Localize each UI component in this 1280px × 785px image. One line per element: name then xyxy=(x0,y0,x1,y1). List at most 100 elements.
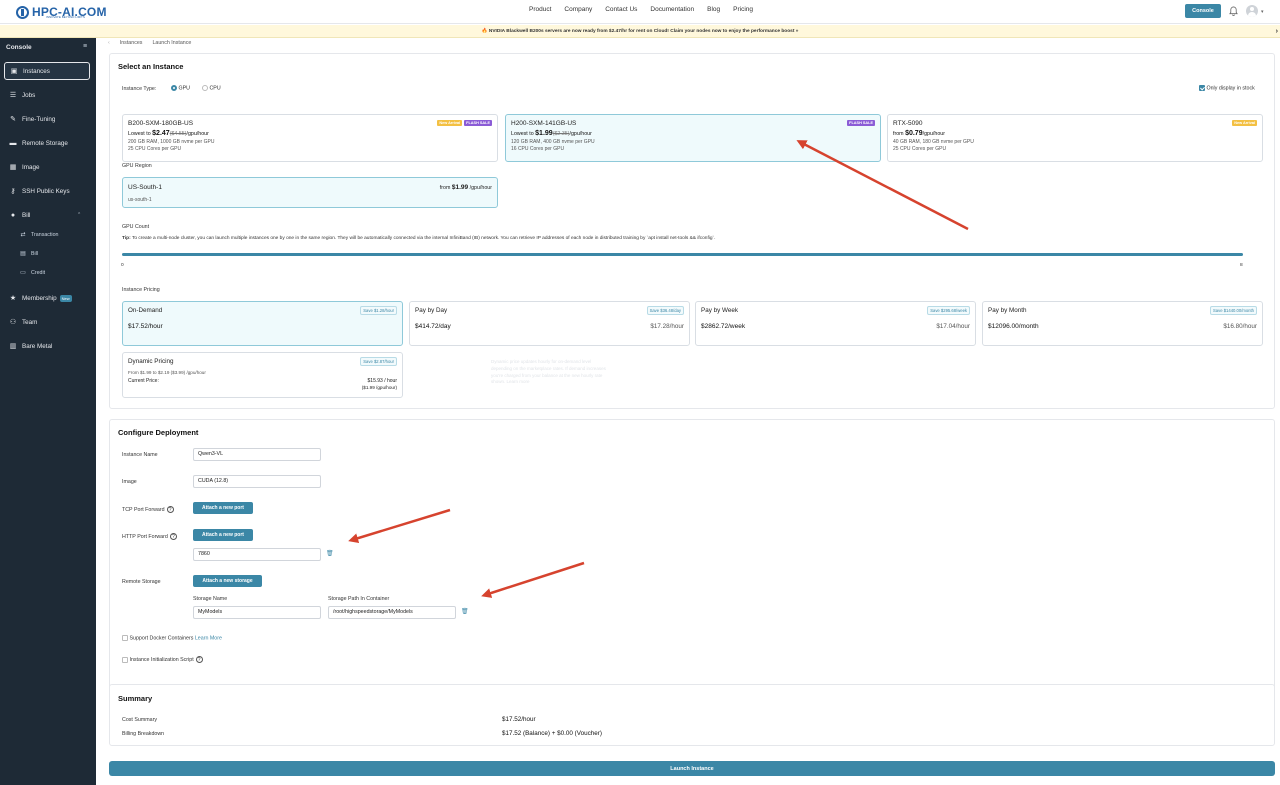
pricing-title: Pay by Day xyxy=(415,307,448,314)
sidebar-item-label: Instances xyxy=(23,67,50,75)
pricing-pay-by-day[interactable]: Pay by Day Save $36.48/day $414.72/day $… xyxy=(409,301,690,346)
sidebar-item-ssh-keys[interactable]: ⚷ SSH Public Keys xyxy=(4,182,90,200)
radio-unselected-icon[interactable] xyxy=(202,85,208,91)
sidebar-item-jobs[interactable]: ☰ Jobs xyxy=(4,86,90,104)
promo-banner[interactable]: 🔥 NVIDIA Blackwell B200s servers are now… xyxy=(0,25,1280,38)
sidebar-subitem-label: Credit xyxy=(31,269,46,276)
gpu-radio-label: GPU xyxy=(178,85,190,92)
gpu-region-label: GPU Region xyxy=(122,163,152,169)
help-icon[interactable]: ? xyxy=(166,506,174,513)
sidebar-item-label: Bill xyxy=(22,211,31,219)
chevron-up-icon[interactable]: ⌃ xyxy=(77,212,81,218)
nav-contact-us[interactable]: Contact Us xyxy=(605,6,637,13)
brand-tagline: INNOVATE BEYOND LIMITS xyxy=(46,15,85,19)
section-title: Summary xyxy=(118,694,153,703)
price-prefix: from xyxy=(893,131,906,137)
avatar[interactable] xyxy=(1246,5,1258,17)
docker-option[interactable]: Support Docker Containers Learn More xyxy=(122,635,222,641)
sidebar-item-membership[interactable]: ★ Membership New xyxy=(4,289,90,307)
region-name: US-South-1 xyxy=(128,184,162,191)
breadcrumb-parent[interactable]: Instances xyxy=(120,40,143,46)
price-unit: /gpu/hour xyxy=(186,131,209,137)
summary-section: Summary Cost Summary $17.52/hour Billing… xyxy=(109,684,1275,746)
sidebar-subitem-label: Transaction xyxy=(31,231,59,238)
pricing-on-demand[interactable]: On-Demand Save $1.28/hour $17.52/hour xyxy=(122,301,403,346)
region-card-us-south-1[interactable]: US-South-1 us-south-1 from $1.99 /gpu/ho… xyxy=(122,177,498,208)
checkbox-unchecked-icon[interactable] xyxy=(122,656,128,663)
http-port-label: HTTP Port Forward? xyxy=(122,533,177,540)
sidebar-item-instances[interactable]: ▣ Instances xyxy=(4,62,90,80)
checkbox-unchecked-icon[interactable] xyxy=(122,635,128,641)
menu-icon[interactable]: ≡ xyxy=(83,43,87,50)
instance-name: H200-SXM-141GB-US xyxy=(511,120,577,127)
tip-text: Tip: To create a multi-node cluster, you… xyxy=(122,236,1262,241)
sidebar-item-label: Membership xyxy=(22,294,57,302)
price-prefix: Lowest to xyxy=(128,131,153,137)
nav-documentation[interactable]: Documentation xyxy=(650,6,694,13)
trash-icon[interactable]: 🗑 xyxy=(326,550,334,557)
pricing-pay-by-week[interactable]: Pay by Week Save $295.68/week $2862.72/w… xyxy=(695,301,976,346)
nav-product[interactable]: Product xyxy=(529,6,551,13)
billing-breakdown-value: $17.52 (Balance) + $0.00 (Voucher) xyxy=(502,730,602,737)
help-icon[interactable]: ? xyxy=(195,656,203,663)
instance-name: RTX-5090 xyxy=(893,120,923,127)
instance-name-label: Instance Name xyxy=(122,452,158,458)
http-port-input[interactable]: 7860 xyxy=(193,548,321,561)
console-button[interactable]: Console xyxy=(1185,4,1221,18)
sidebar-item-remote-storage[interactable]: ▬ Remote Storage xyxy=(4,134,90,152)
instance-card-b200[interactable]: B200-SXM-180GB-US Lowest to $2.47($4.55)… xyxy=(122,114,498,162)
storage-name-input[interactable]: MyModels xyxy=(193,606,321,619)
checkbox-checked-icon[interactable] xyxy=(1199,85,1205,91)
help-icon[interactable]: ? xyxy=(169,533,177,540)
attach-tcp-port-button[interactable]: Attach a new port xyxy=(193,502,253,514)
gpu-radio[interactable]: GPU xyxy=(171,85,190,91)
storage-path-input[interactable]: /root/highspeedstorage/MyModels xyxy=(328,606,456,619)
sidebar-item-image[interactable]: ▦ Image xyxy=(4,158,90,176)
launch-instance-button[interactable]: Launch Instance xyxy=(109,761,1275,776)
top-navbar: HPC-AI.COM INNOVATE BEYOND LIMITS Produc… xyxy=(0,0,1280,24)
sidebar-item-fine-tuning[interactable]: ✎ Fine-Tuning xyxy=(4,110,90,128)
sidebar-subitem-transaction[interactable]: ⇄ Transaction xyxy=(19,231,59,239)
instance-type-label: Instance Type: xyxy=(122,86,157,92)
instance-card-h200[interactable]: H200-SXM-141GB-US Lowest to $1.99($2.35)… xyxy=(505,114,881,162)
image-select[interactable]: CUDA (12.8) xyxy=(193,475,321,488)
chevron-left-icon[interactable]: ‹ xyxy=(108,40,110,46)
sidebar-subitem-credit[interactable]: ▭ Credit xyxy=(19,269,46,277)
trash-icon[interactable]: 🗑 xyxy=(461,608,469,615)
instance-name-input[interactable]: Qwen3-VL xyxy=(193,448,321,461)
price-unit: /gpu/hour xyxy=(569,131,592,137)
attach-storage-button[interactable]: Attach a new storage xyxy=(193,575,262,587)
bell-icon[interactable] xyxy=(1229,6,1238,16)
new-arrival-badge: New Arrival xyxy=(1232,120,1257,126)
cpu-radio[interactable]: CPU xyxy=(202,85,221,91)
pricing-dynamic[interactable]: Dynamic Pricing Save $2.87/hour From $1.… xyxy=(122,352,403,398)
chevron-down-icon[interactable]: ▾ xyxy=(1261,9,1264,15)
instance-card-rtx5090[interactable]: RTX-5090 from $0.79/gpu/hour 40 GB RAM, … xyxy=(887,114,1263,162)
init-script-option[interactable]: Instance Initialization Script? xyxy=(122,656,203,663)
pricing-value: $2862.72/week xyxy=(701,323,746,330)
spec-line: 200 GB RAM, 1000 GB nvme per GPU xyxy=(128,139,215,145)
save-badge: Save $1440.00/month xyxy=(1210,306,1257,315)
chevron-right-icon[interactable]: › xyxy=(1276,25,1278,38)
gpu-count-slider[interactable] xyxy=(122,253,1243,256)
pricing-pay-by-month[interactable]: Pay by Month Save $1440.00/month $12096.… xyxy=(982,301,1263,346)
nav-pricing[interactable]: Pricing xyxy=(733,6,753,13)
banner-text[interactable]: 🔥 NVIDIA Blackwell B200s servers are now… xyxy=(482,29,799,34)
nav-blog[interactable]: Blog xyxy=(707,6,720,13)
pricing-hourly: $17.28/hour xyxy=(650,323,684,330)
nav-company[interactable]: Company xyxy=(564,6,592,13)
sidebar-item-team[interactable]: ⚇ Team xyxy=(4,313,90,331)
tcp-port-label-text: TCP Port Forward xyxy=(122,506,165,513)
attach-http-port-button[interactable]: Attach a new port xyxy=(193,529,253,541)
radio-selected-icon[interactable] xyxy=(171,85,177,91)
breadcrumb: ‹ Instances Launch Instance xyxy=(108,40,191,46)
save-badge: Save $295.68/week xyxy=(927,306,970,315)
current-price: $15.93 / hour xyxy=(367,378,397,384)
sidebar-item-bare-metal[interactable]: ▥ Bare Metal xyxy=(4,337,90,355)
learn-more-link[interactable]: Learn More xyxy=(195,635,222,641)
new-arrival-badge: New Arrival xyxy=(437,120,463,126)
info-icon: ● xyxy=(10,211,16,219)
team-icon: ⚇ xyxy=(9,319,17,326)
in-stock-toggle[interactable]: Only display in stock xyxy=(1199,85,1255,91)
sidebar-subitem-bill[interactable]: ▤ Bill xyxy=(19,250,38,258)
